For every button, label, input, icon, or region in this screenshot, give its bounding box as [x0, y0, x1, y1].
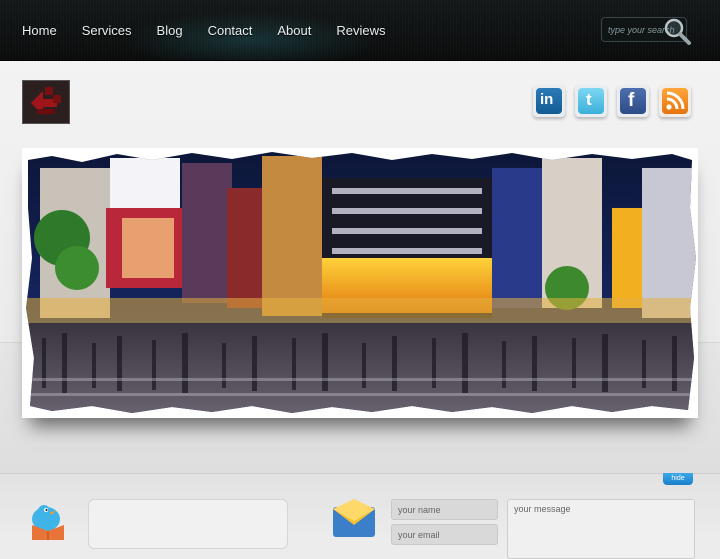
main-nav: Home Services Blog Contact About Reviews [22, 0, 411, 60]
twitter-icon-glyph: t [586, 90, 592, 109]
facebook-button[interactable]: f [617, 85, 649, 117]
twitter-bird-icon [32, 505, 64, 540]
city-photo: . [26, 152, 696, 413]
tweet-box [88, 499, 288, 549]
rss-icon [662, 88, 688, 114]
rss-button[interactable] [659, 85, 691, 117]
linkedin-button[interactable]: in [533, 85, 565, 117]
linkedin-icon-glyph: in [540, 91, 554, 108]
hide-footer-button[interactable]: hide [663, 473, 693, 485]
site-logo[interactable] [22, 80, 70, 124]
twitter-button[interactable]: t [575, 85, 607, 117]
envelope-icon [333, 499, 375, 537]
contact-name-field[interactable] [391, 499, 498, 520]
contact-message-field[interactable] [507, 499, 695, 559]
nav-about[interactable]: About [277, 23, 311, 38]
contact-email-field[interactable] [391, 524, 498, 545]
nav-reviews[interactable]: Reviews [336, 23, 385, 38]
hero-slider[interactable]: . [22, 148, 698, 418]
facebook-icon-glyph: f [628, 90, 635, 111]
twitter-icon: t [578, 88, 604, 114]
nav-home[interactable]: Home [22, 23, 57, 38]
nav-services[interactable]: Services [82, 23, 132, 38]
linkedin-icon: in [536, 88, 562, 114]
nav-contact[interactable]: Contact [208, 23, 253, 38]
nav-blog[interactable]: Blog [157, 23, 183, 38]
search-icon[interactable] [662, 16, 692, 46]
facebook-icon: f [620, 88, 646, 114]
